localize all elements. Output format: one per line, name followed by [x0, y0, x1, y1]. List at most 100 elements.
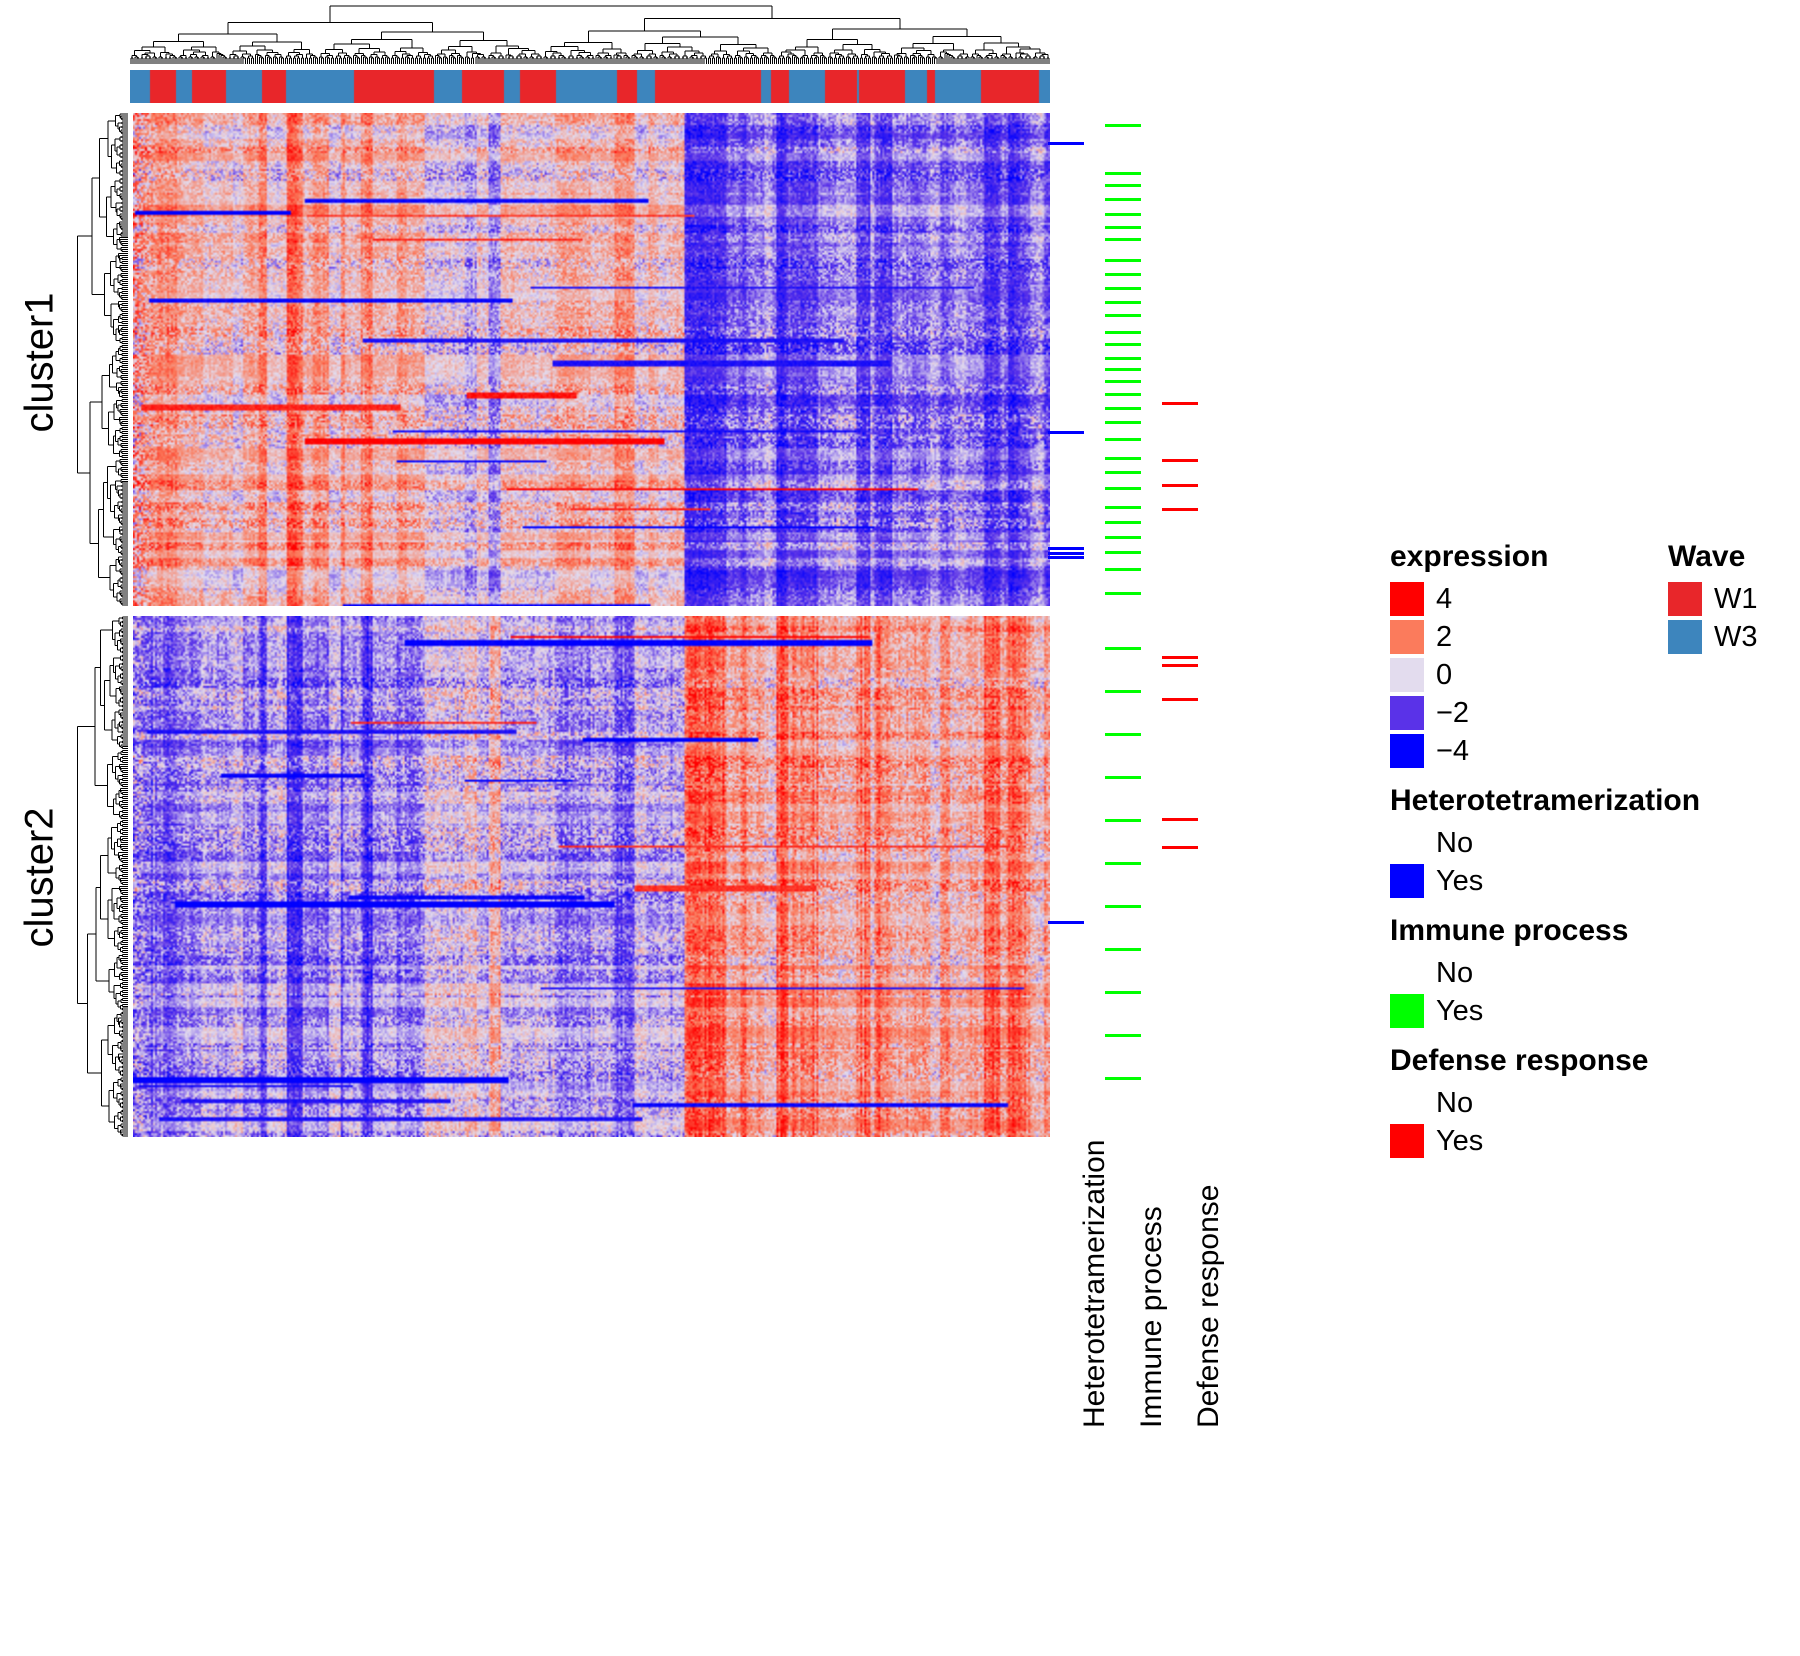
annotation-tick — [1105, 861, 1141, 865]
legend-item: 4 — [1390, 580, 1700, 618]
row-cluster-label-cluster1: cluster1 — [17, 292, 62, 433]
annotation-tick — [1105, 990, 1141, 994]
annotation-tick — [1105, 690, 1141, 694]
annotation-tick — [1105, 238, 1141, 242]
legend-swatch-expression-minus2 — [1390, 696, 1424, 730]
row-annotation-title-heterotetramerization: Heterotetramerization — [1078, 1139, 1111, 1428]
legend-title-wave: Wave — [1668, 540, 1746, 573]
legend-swatch-expression-2 — [1390, 620, 1424, 654]
annotation-tick — [1105, 536, 1141, 540]
legend-item: 0 — [1390, 656, 1700, 694]
legend-swatch-immune-no — [1390, 956, 1424, 990]
legend-item: Yes — [1390, 1122, 1700, 1160]
legend-item: 2 — [1390, 618, 1700, 656]
legend-swatch-hetero-no — [1390, 826, 1424, 860]
annotation-tick — [1105, 225, 1141, 229]
annotation-tick — [1105, 905, 1141, 909]
row-annotation-title-immune-process: Immune process — [1135, 1206, 1168, 1428]
legend-label: 0 — [1436, 659, 1453, 691]
annotation-tick — [1105, 776, 1141, 779]
legend-item: −4 — [1390, 732, 1700, 770]
legend-label: −2 — [1436, 697, 1470, 729]
annotation-tick — [1105, 123, 1141, 127]
legend-label: W3 — [1714, 621, 1758, 653]
legend-label: Yes — [1436, 1125, 1484, 1157]
annotation-tick — [1048, 547, 1084, 551]
annotation-tick — [1105, 392, 1141, 396]
annotation-tick — [1105, 330, 1141, 334]
annotation-tick — [1048, 552, 1084, 556]
annotation-tick — [1105, 567, 1141, 571]
legend-item: Yes — [1390, 992, 1700, 1030]
annotation-tick — [1105, 471, 1141, 475]
row-annotation-immune-process — [1105, 113, 1141, 1137]
annotation-tick — [1105, 301, 1141, 305]
row-annotation-defense-response — [1162, 113, 1198, 1137]
annotation-tick — [1105, 272, 1141, 276]
legend-title-expression: expression — [1390, 540, 1549, 573]
legend-title-defense-response: Defense response — [1390, 1044, 1649, 1077]
legend-group-expression: 4 2 0 −2 −4 — [1390, 580, 1700, 770]
legend-item: No — [1390, 1084, 1700, 1122]
legend-title-immune-process: Immune process — [1390, 914, 1629, 947]
legend-label: −4 — [1436, 735, 1470, 767]
legend-group-heterotetramerization: No Yes — [1390, 824, 1700, 900]
column-annotation-wave — [130, 70, 1050, 103]
annotation-tick — [1105, 818, 1141, 822]
row-cluster-label-cluster2: cluster2 — [17, 807, 62, 948]
annotation-tick — [1105, 343, 1141, 347]
legend-swatch-expression-0 — [1390, 658, 1424, 692]
legend-swatch-wave-w1 — [1668, 582, 1702, 616]
legend-group-immune-process: No Yes — [1390, 954, 1700, 1030]
heatmap-body-cluster1 — [133, 113, 1050, 606]
legend-label: 4 — [1436, 583, 1453, 615]
annotation-tick — [1105, 551, 1141, 555]
annotation-tick — [1105, 520, 1141, 524]
annotation-tick — [1105, 184, 1141, 188]
annotation-tick — [1105, 367, 1141, 371]
annotation-tick — [1048, 430, 1084, 434]
annotation-tick — [1048, 920, 1084, 924]
row-dendrogram-cluster1 — [77, 113, 128, 606]
annotation-tick — [1162, 483, 1198, 487]
row-annotation-title-defense-response: Defense response — [1192, 1184, 1225, 1429]
annotation-tick — [1105, 356, 1141, 360]
annotation-tick — [1105, 286, 1141, 290]
legend-label: W1 — [1714, 583, 1758, 615]
annotation-tick — [1105, 380, 1141, 384]
annotation-tick — [1162, 508, 1198, 512]
annotation-tick — [1105, 437, 1141, 441]
annotation-tick — [1105, 171, 1141, 175]
figure-canvas: cluster1 cluster2 Heterotetramerization … — [0, 0, 1800, 1656]
annotation-tick — [1105, 212, 1141, 216]
legend-item: W1 — [1668, 580, 1758, 618]
legend-title-heterotetramerization: Heterotetramerization — [1390, 784, 1701, 817]
annotation-tick — [1105, 1033, 1141, 1037]
annotation-tick — [1162, 663, 1198, 667]
annotation-tick — [1048, 142, 1084, 146]
annotation-tick — [1105, 505, 1141, 509]
annotation-tick — [1105, 456, 1141, 460]
legend-item: W3 — [1668, 618, 1758, 656]
heatmap-body-cluster2 — [133, 616, 1050, 1137]
annotation-tick — [1162, 656, 1198, 660]
annotation-tick — [1105, 198, 1141, 202]
legend-swatch-hetero-yes — [1390, 864, 1424, 898]
legend-group-defense-response: No Yes — [1390, 1084, 1700, 1160]
legend-wave-column: Wave W1 W3 — [1668, 540, 1758, 656]
legend-swatch-wave-w3 — [1668, 620, 1702, 654]
annotation-tick — [1105, 313, 1141, 317]
legend-item: −2 — [1390, 694, 1700, 732]
annotation-tick — [1105, 1077, 1141, 1081]
legend-item: No — [1390, 954, 1700, 992]
annotation-tick — [1105, 259, 1141, 263]
annotation-tick — [1105, 646, 1141, 650]
legend-label: No — [1436, 1087, 1474, 1119]
annotation-tick — [1105, 947, 1141, 951]
legend-label: No — [1436, 957, 1474, 989]
legend-label: 2 — [1436, 621, 1453, 653]
legend-item: Yes — [1390, 862, 1700, 900]
legend-swatch-defense-yes — [1390, 1124, 1424, 1158]
annotation-tick — [1105, 487, 1141, 491]
annotation-tick — [1162, 846, 1198, 850]
